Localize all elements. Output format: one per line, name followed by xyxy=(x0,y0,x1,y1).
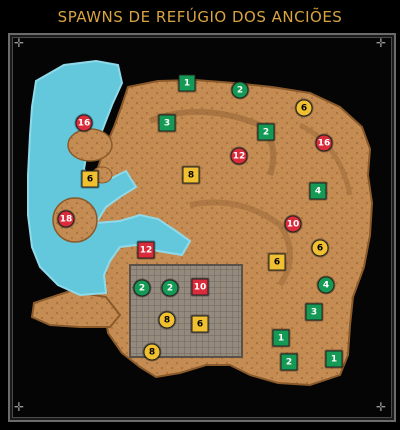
spawn-marker-6: 16 xyxy=(75,114,93,132)
spawn-marker-7: 12 xyxy=(230,147,248,165)
spawn-marker-21: 3 xyxy=(305,303,323,321)
spawn-marker-10: 8 xyxy=(182,166,200,184)
spawn-marker-15: 6 xyxy=(311,239,329,257)
spawn-marker-23: 6 xyxy=(191,315,209,333)
spawn-marker-4: 3 xyxy=(158,114,176,132)
spawn-marker-22: 8 xyxy=(158,311,176,329)
map-title: SPAWNS DE REFÚGIO DOS ANCIÕES xyxy=(57,8,343,26)
spawn-marker-12: 18 xyxy=(57,210,75,228)
spawn-marker-1: 1 xyxy=(178,74,196,92)
spawn-marker-17: 2 xyxy=(133,279,151,297)
spawn-marker-20: 4 xyxy=(317,276,335,294)
spawn-marker-14: 12 xyxy=(137,241,155,259)
spawn-marker-24: 1 xyxy=(272,329,290,347)
spawn-marker-18: 2 xyxy=(161,279,179,297)
spawn-marker-11: 4 xyxy=(309,182,327,200)
spawn-marker-16: 6 xyxy=(268,253,286,271)
ruins-floor xyxy=(129,264,243,358)
spawn-marker-3: 6 xyxy=(295,99,313,117)
spawn-marker-25: 8 xyxy=(143,343,161,361)
spawn-marker-27: 1 xyxy=(325,350,343,368)
spawn-marker-8: 16 xyxy=(315,134,333,152)
spawn-marker-26: 2 xyxy=(280,353,298,371)
spawn-marker-13: 10 xyxy=(284,215,302,233)
spawn-marker-9: 6 xyxy=(81,170,99,188)
spawn-marker-2: 2 xyxy=(231,81,249,99)
spawn-marker-19: 10 xyxy=(191,278,209,296)
spawn-marker-5: 2 xyxy=(257,123,275,141)
